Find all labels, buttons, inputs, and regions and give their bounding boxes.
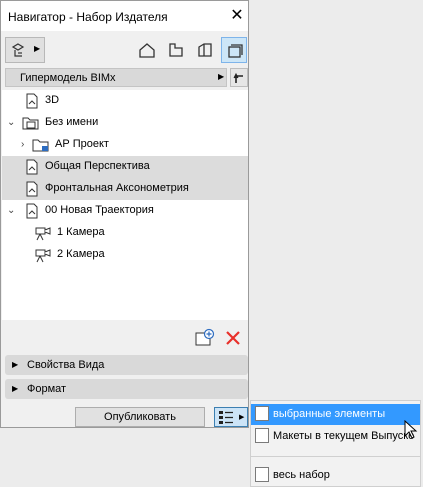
chevron-down-icon[interactable]: ⌄ [7,205,15,216]
publisher-set-icon [11,43,25,57]
chevron-right-icon: ▶ [218,72,225,81]
document-view-icon [26,93,38,109]
menu-item-label: Макеты в текущем Выпуске [273,430,415,442]
navigator-palette: Навигатор - Набор Издателя ✕ ▶ Гипермоде… [0,0,249,428]
chevron-right-icon: ▶ [12,384,19,393]
panel-format[interactable]: ▶ Формат [5,379,248,399]
menu-item-label: выбранные элементы [273,408,386,420]
tree-item-label: Без имени [45,116,99,128]
list-select-icon [255,406,269,421]
publish-scope-button[interactable]: ▶ [214,407,248,427]
tree-item-axonometry[interactable]: Фронтальная Аксонометрия [2,178,248,200]
menu-item-label: весь набор [273,469,330,481]
tree-item-label: 3D [45,94,60,106]
menu-item-layouts-in-release[interactable]: Макеты в текущем Выпуске [251,426,420,447]
chevron-down-icon[interactable]: ⌄ [7,117,15,128]
publisher-sets-icon [228,44,243,58]
tree-item-perspective[interactable]: Общая Перспектива [2,156,248,178]
model-label: Гипермодель BIMx [20,72,116,84]
tree-item-3d[interactable]: 3D [2,90,248,112]
tree-item-camera-1[interactable]: 1 Камера [2,222,248,244]
panel-view-properties[interactable]: ▶ Свойства Вида [5,355,248,375]
model-selector[interactable]: Гипермодель BIMx ▶ [5,68,227,87]
tree-item-ar-project[interactable]: › АР Проект [2,134,248,156]
tree-view: 3D ⌄ Без имени › АР Проект Общая Перспек… [2,90,248,320]
title-bar: Навигатор - Набор Издателя ✕ [1,1,248,31]
tree-item-label: 1 Камера [57,226,105,238]
new-folder-icon[interactable] [195,328,215,348]
tree-item-camera-2[interactable]: 2 Камера [2,244,248,266]
tree-item-label: 00 Новая Траектория [45,204,154,216]
close-icon[interactable]: ✕ [227,6,247,26]
dropdown-arrow-icon: ▶ [34,44,41,53]
panel-label: Формат [27,383,67,395]
folder-icon [22,117,39,130]
publisher-sets-button[interactable] [221,37,247,63]
tree-item-label: Общая Перспектива [45,160,150,172]
chevron-right-icon: ▶ [12,360,19,369]
camera-icon [35,227,51,241]
tree-item-label: 2 Камера [57,248,105,260]
list-select-icon [255,467,269,482]
go-up-button[interactable] [230,68,248,87]
menu-item-whole-set[interactable]: весь набор [251,465,420,486]
layout-book-icon [198,43,212,57]
camera-icon [35,249,51,263]
view-map-button[interactable] [163,37,189,63]
up-arrow-icon [233,72,243,83]
menu-item-selected-elements[interactable]: выбранные элементы [251,404,420,425]
window-title: Навигатор - Набор Издателя [8,10,168,24]
chevron-right-icon[interactable]: › [21,139,24,150]
document-view-icon [26,159,38,175]
folder-shortcut-icon [32,139,49,152]
panel-label: Свойства Вида [27,359,105,371]
tree-item-label: АР Проект [55,138,109,150]
view-map-icon [169,43,183,57]
tree-item-trajectory[interactable]: ⌄ 00 Новая Траектория [2,200,248,222]
mouse-cursor-icon [404,420,418,439]
tree-item-unnamed[interactable]: ⌄ Без имени [2,112,248,134]
document-view-icon [26,203,38,219]
publisher-set-menu-button[interactable]: ▶ [5,37,45,63]
tree-item-label: Фронтальная Аксонометрия [45,182,189,194]
menu-separator [251,456,420,457]
publish-scope-menu: выбранные элементы Макеты в текущем Выпу… [250,400,421,487]
dropdown-arrow-icon: ▶ [239,414,245,421]
delete-icon[interactable] [225,330,241,346]
tree-actions [2,321,248,353]
list-select-icon [219,411,233,424]
project-map-icon [139,43,155,58]
list-select-icon [255,428,269,443]
layout-book-button[interactable] [192,37,218,63]
document-view-icon [26,181,38,197]
project-map-button[interactable] [134,37,160,63]
publish-button[interactable]: Опубликовать [75,407,205,427]
